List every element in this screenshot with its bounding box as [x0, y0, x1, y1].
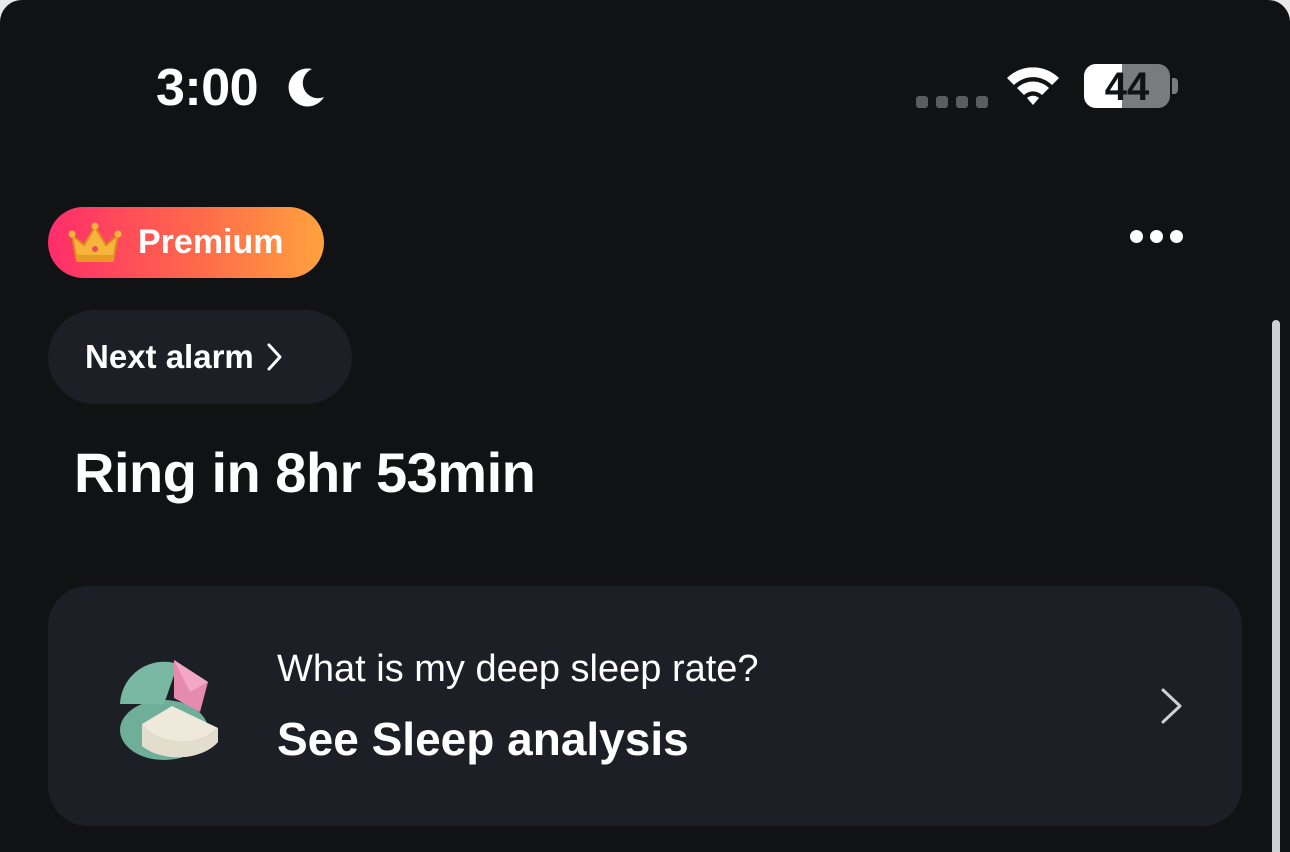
battery-tip	[1172, 78, 1178, 94]
scrollbar[interactable]	[1272, 320, 1280, 852]
do-not-disturb-moon-icon	[288, 68, 324, 107]
chevron-right-icon	[267, 343, 282, 371]
chevron-right-icon[interactable]	[1160, 687, 1184, 725]
ring-countdown: Ring in 8hr 53min	[74, 441, 536, 504]
battery-percent: 44	[1104, 65, 1150, 108]
sleep-app-screen: 3:00 44 Premium Next alarm Ring in 8hr 5…	[0, 0, 1290, 852]
cellular-signal-icon	[916, 96, 988, 108]
see-sleep-analysis-link[interactable]: See Sleep analysis	[277, 712, 689, 766]
wifi-icon	[1007, 67, 1059, 105]
crown-icon	[68, 222, 122, 262]
battery-icon: 44	[1084, 64, 1170, 108]
sleep-analysis-card[interactable]: What is my deep sleep rate? See Sleep an…	[48, 586, 1242, 826]
sleep-question: What is my deep sleep rate?	[277, 648, 759, 690]
next-alarm-button[interactable]: Next alarm	[48, 310, 352, 404]
premium-button[interactable]: Premium	[48, 207, 324, 278]
status-time: 3:00	[156, 59, 259, 117]
next-alarm-label: Next alarm	[85, 338, 254, 375]
sleep-pie-chart-icon	[120, 660, 218, 760]
premium-label: Premium	[138, 223, 284, 261]
more-options-icon[interactable]	[1130, 230, 1183, 243]
